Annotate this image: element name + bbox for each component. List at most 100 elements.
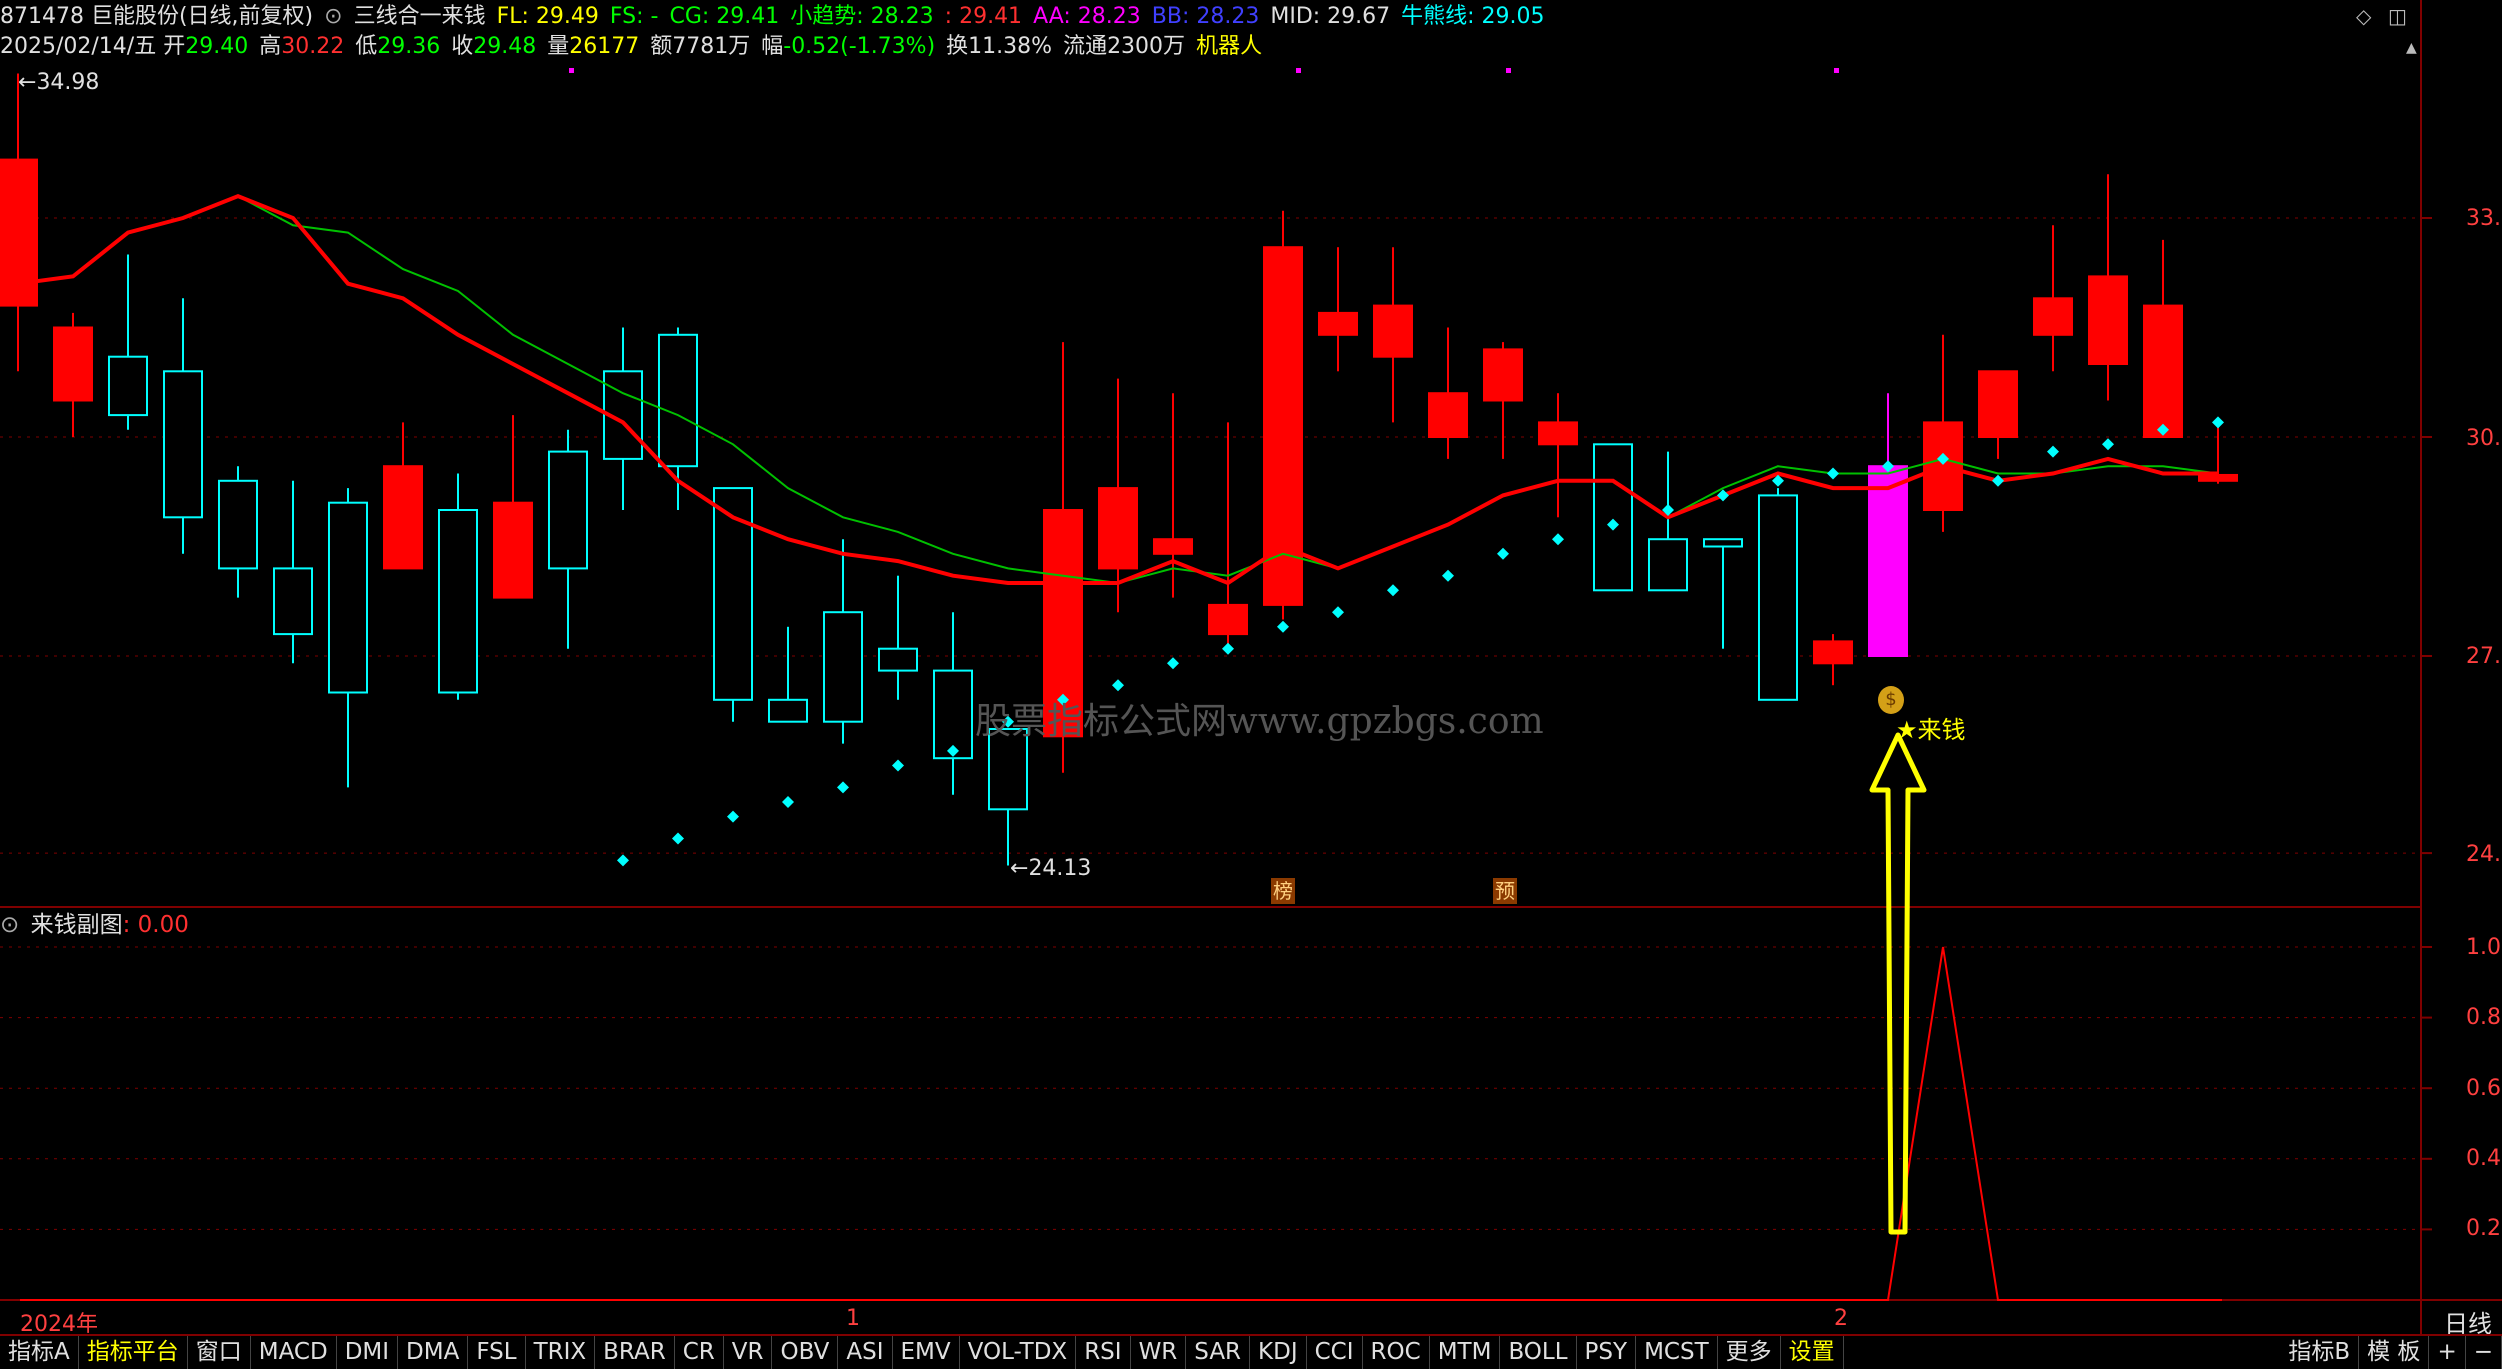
tab-2[interactable]: 窗口 [188, 1336, 251, 1369]
collapse-icon[interactable]: ⊙ [324, 4, 342, 29]
tab-8[interactable]: BRAR [595, 1336, 675, 1369]
sar-dot-14 [782, 796, 794, 808]
change-value: -0.52(-1.73%) [783, 34, 936, 59]
indicator-tabs: 指标A 指标平台 窗口 MACD DMI DMA FSL TRIX BRAR CR VR OBV ASI… [0, 1336, 1844, 1369]
candle-25 [1373, 247, 1413, 423]
tab-3[interactable]: MACD [251, 1336, 337, 1369]
stock-name[interactable]: 871478 巨能股份(日线,前复权) [0, 4, 313, 29]
ytick-sub-060: 0.60 [2466, 1076, 2502, 1101]
candle-3 [163, 298, 203, 554]
subchart-collapse-icon[interactable]: ⊙ [0, 912, 19, 938]
formula-name[interactable]: 三线合一来钱 [354, 4, 486, 29]
ytick-30: 30.00 [2466, 426, 2502, 451]
candle-body-13 [713, 487, 753, 701]
tab-7[interactable]: TRIX [526, 1336, 596, 1369]
header-row-2: 2025/02/14/五 开29.40 高30.22 低29.36 收29.48… [0, 32, 1266, 62]
fs-value: FS: - [609, 4, 659, 29]
candle-28 [1538, 393, 1578, 518]
tab-4[interactable]: DMI [337, 1336, 399, 1369]
candle-2 [108, 254, 148, 430]
ytick-33: 33.00 [2466, 206, 2502, 231]
candle-22 [1208, 422, 1248, 649]
tab-21[interactable]: MTM [1430, 1336, 1501, 1369]
robot-link[interactable]: 机器人 [1196, 34, 1262, 59]
candle-body-28 [1538, 421, 1578, 446]
window-icon[interactable]: ◫ [2388, 4, 2407, 28]
candle-1 [53, 312, 93, 437]
tab-20[interactable]: ROC [1363, 1336, 1430, 1369]
sar-dot-15 [837, 781, 849, 794]
tab-0[interactable]: 指标A [0, 1336, 79, 1369]
candle-body-40 [2198, 473, 2238, 482]
high-value: 30.22 [281, 34, 345, 59]
tab-11[interactable]: OBV [772, 1336, 839, 1369]
tab-19[interactable]: CCI [1307, 1336, 1363, 1369]
right-tab-2[interactable]: + [2429, 1336, 2466, 1369]
tab-18[interactable]: KDJ [1250, 1336, 1307, 1369]
candle-24 [1318, 247, 1358, 372]
sar-dot-38 [2102, 438, 2114, 451]
mid-value: MID: 29.67 [1270, 4, 1391, 29]
tab-25[interactable]: 更多 [1718, 1336, 1781, 1369]
candle-11 [603, 327, 643, 510]
subchart-title[interactable]: 来钱副图 [31, 912, 123, 938]
tab-9[interactable]: CR [675, 1336, 724, 1369]
candle-body-2 [108, 355, 148, 417]
candle-body-6 [328, 501, 368, 694]
trend-red-value: : 29.41 [944, 4, 1023, 29]
sar-dot-11 [617, 854, 629, 867]
purple-marker-2 [1506, 68, 1511, 73]
tab-1[interactable]: 指标平台 [79, 1336, 188, 1369]
indicator-tab-bar: 指标A 指标平台 窗口 MACD DMI DMA FSL TRIX BRAR CR VR OBV ASI… [0, 1334, 2502, 1369]
candle-17 [933, 612, 973, 795]
subchart-value: : 0.00 [122, 912, 189, 938]
right-tab-3[interactable]: − [2466, 1336, 2502, 1369]
candle-34 [1868, 393, 1908, 658]
scroll-up-icon[interactable]: ▲ [2406, 40, 2417, 56]
candle-5 [273, 480, 313, 664]
tab-22[interactable]: BOLL [1500, 1336, 1577, 1369]
subchart-header: ⊙ 来钱副图: 0.00 [0, 910, 193, 940]
kline-chart[interactable] [0, 0, 2502, 1367]
sar-dot-40 [2212, 416, 2224, 429]
tab-26[interactable]: 设置 [1781, 1336, 1844, 1369]
sar-dot-24 [1332, 606, 1344, 619]
tab-16[interactable]: WR [1131, 1336, 1187, 1369]
sar-dot-28 [1552, 533, 1564, 546]
badge-bang[interactable]: 榜 [1271, 878, 1295, 904]
badge-yu[interactable]: 预 [1493, 878, 1517, 904]
diamond-icon[interactable]: ◇ [2356, 4, 2371, 28]
tab-13[interactable]: EMV [893, 1336, 960, 1369]
sar-dot-36 [1992, 474, 2004, 487]
candle-14 [768, 626, 808, 723]
tab-12[interactable]: ASI [838, 1336, 893, 1369]
tab-15[interactable]: RSI [1076, 1336, 1131, 1369]
candle-body-38 [2088, 275, 2128, 365]
tab-6[interactable]: FSL [468, 1336, 526, 1369]
tab-5[interactable]: DMA [398, 1336, 469, 1369]
candle-body-10 [548, 450, 588, 570]
candle-body-14 [768, 698, 808, 723]
tab-17[interactable]: SAR [1186, 1336, 1251, 1369]
candle-15 [823, 539, 863, 744]
ytick-27: 27.00 [2466, 644, 2502, 669]
candle-body-16 [878, 647, 918, 672]
sar-dot-12 [672, 832, 684, 845]
tab-24[interactable]: MCST [1636, 1336, 1718, 1369]
tab-14[interactable]: VOL-TDX [960, 1336, 1077, 1369]
ytick-2430: 24.30 [2466, 842, 2502, 867]
change-label: 幅 [761, 34, 784, 59]
candle-18 [988, 728, 1028, 866]
right-tab-0[interactable]: 指标B [2280, 1336, 2360, 1369]
candle-body-25 [1373, 304, 1413, 358]
candle-26 [1428, 327, 1468, 459]
sar-dot-23 [1277, 620, 1289, 633]
money-bag-icon: $ [1878, 686, 1904, 714]
tab-23[interactable]: PSY [1577, 1336, 1637, 1369]
candle-body-27 [1483, 348, 1523, 402]
right-tab-1[interactable]: 模 板 [2359, 1336, 2430, 1369]
candle-4 [218, 466, 258, 598]
candle-35 [1923, 334, 1963, 532]
tab-10[interactable]: VR [724, 1336, 773, 1369]
candle-31 [1703, 538, 1743, 649]
